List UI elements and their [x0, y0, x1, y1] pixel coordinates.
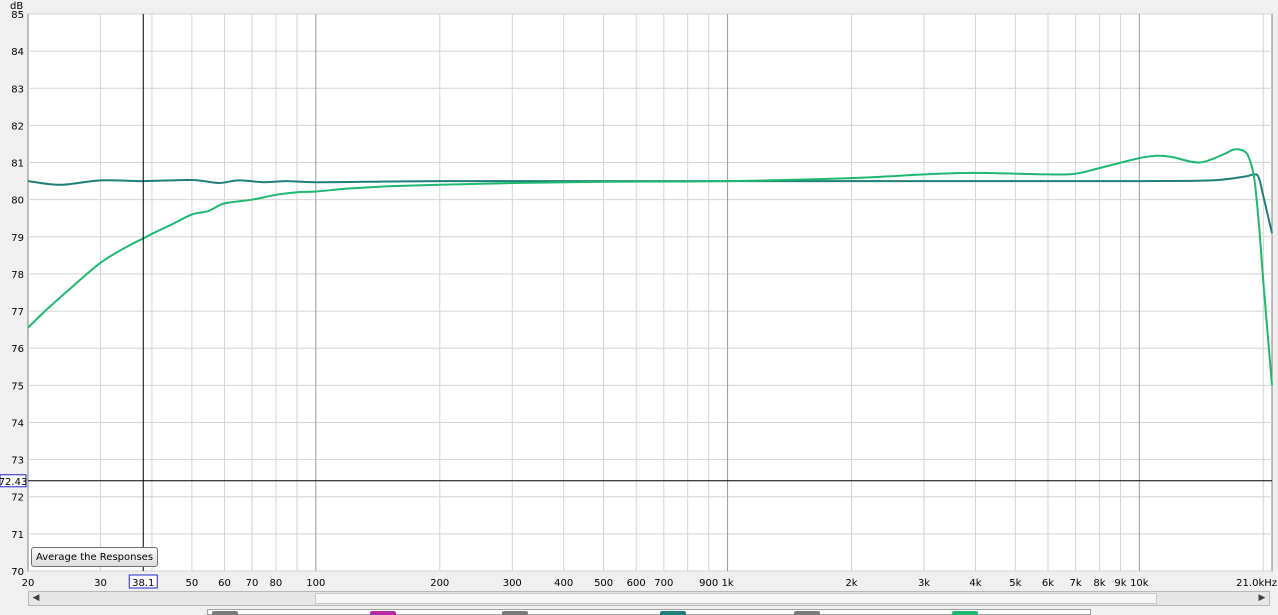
- cursor-x-readout: 38.1: [132, 578, 154, 589]
- y-tick-label: 74: [11, 418, 24, 429]
- y-tick-label: 78: [11, 270, 24, 281]
- y-tick-label: 81: [11, 159, 24, 170]
- x-tick-label: 70: [246, 578, 259, 589]
- y-tick-label: 75: [11, 381, 24, 392]
- x-tick-labels: 20 30 50 60 70 80 100 200 300 400 500 600 700 900 1k 2k…: [22, 578, 1277, 589]
- scroll-thumb[interactable]: [315, 593, 1157, 604]
- x-tick-label: 3k: [918, 578, 930, 589]
- y-tick-label: 72: [11, 493, 24, 504]
- x-tick-label: 20: [22, 578, 35, 589]
- scroll-left-arrow-icon[interactable]: ◀: [29, 592, 43, 605]
- legend-chip[interactable]: [370, 611, 396, 615]
- x-tick-label: 7k: [1069, 578, 1081, 589]
- x-tick-label: 700: [654, 578, 673, 589]
- x-tick-label: 50: [185, 578, 198, 589]
- y-tick-labels: 70717273747576777879808182838485: [11, 10, 24, 578]
- x-tick-label: 200: [430, 578, 449, 589]
- y-tick-label: 70: [11, 567, 24, 578]
- frequency-response-chart[interactable]: 72.43 38.1 70 71 72 73 74 75 76 77 78 79 80 81 82 83 84…: [0, 0, 1278, 590]
- y-tick-label: 80: [11, 196, 24, 207]
- y-tick-label: 84: [11, 47, 24, 58]
- x-tick-label: 300: [503, 578, 522, 589]
- x-tick-label: 60: [218, 578, 231, 589]
- x-tick-label: 100: [306, 578, 325, 589]
- scroll-right-arrow-icon[interactable]: ▶: [1255, 592, 1269, 605]
- x-tick-label: 400: [554, 578, 573, 589]
- x-tick-label: 9k: [1114, 578, 1126, 589]
- y-axis-label: dB: [10, 1, 23, 12]
- legend-chip[interactable]: [502, 611, 528, 615]
- horizontal-scrollbar[interactable]: ◀ ▶: [28, 591, 1270, 606]
- x-tick-label: 10k: [1130, 578, 1149, 589]
- legend-chip[interactable]: [952, 611, 978, 615]
- response-legend-strip: [207, 609, 1091, 615]
- x-tick-label: 4k: [969, 578, 981, 589]
- legend-chip[interactable]: [794, 611, 820, 615]
- x-tick-label: 5k: [1009, 578, 1021, 589]
- legend-chip[interactable]: [660, 611, 686, 615]
- x-tick-label: 30: [94, 578, 107, 589]
- legend-chip[interactable]: [212, 611, 238, 615]
- cursor-y-readout: 72.43: [0, 477, 27, 488]
- x-tick-label: 80: [270, 578, 283, 589]
- y-tick-label: 77: [11, 307, 24, 318]
- x-tick-label: 6k: [1042, 578, 1054, 589]
- y-tick-label: 73: [11, 456, 24, 467]
- y-tick-label: 76: [11, 344, 24, 355]
- x-tick-label: 900: [699, 578, 718, 589]
- x-tick-label: 8k: [1093, 578, 1105, 589]
- x-tick-label: 500: [594, 578, 613, 589]
- x-tick-label: 2k: [845, 578, 857, 589]
- y-tick-label: 79: [11, 233, 24, 244]
- y-tick-label: 82: [11, 121, 24, 132]
- x-tick-label: 1k: [721, 578, 733, 589]
- average-responses-button[interactable]: Average the Responses: [31, 547, 158, 567]
- y-tick-label: 83: [11, 84, 24, 95]
- x-tick-label: 21.0kHz: [1236, 578, 1277, 589]
- x-tick-label: 600: [627, 578, 646, 589]
- y-tick-label: 71: [11, 530, 24, 541]
- plot-area[interactable]: [27, 13, 1273, 572]
